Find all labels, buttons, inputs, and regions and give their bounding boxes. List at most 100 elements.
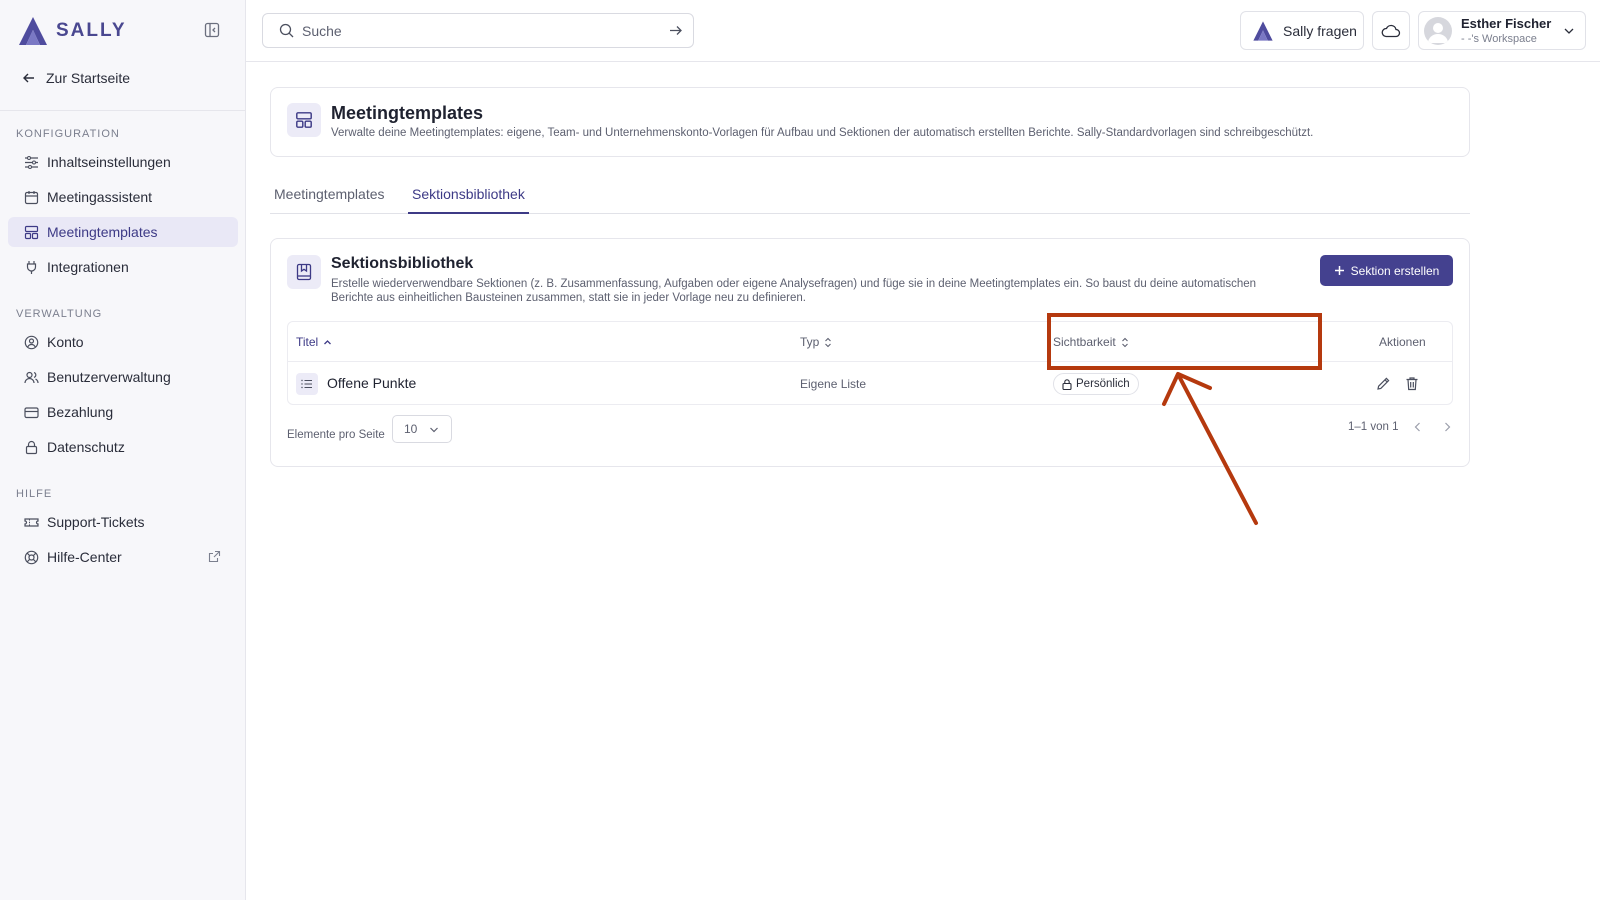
column-header-actions: Aktionen bbox=[1379, 335, 1426, 349]
lock-icon bbox=[1062, 378, 1072, 390]
column-header-type-label: Typ bbox=[800, 335, 820, 349]
ask-sally-label: Sally fragen bbox=[1283, 22, 1357, 39]
search-input[interactable] bbox=[302, 22, 642, 39]
page-description: Verwalte deine Meetingtemplates: eigene,… bbox=[331, 127, 1314, 139]
sidebar-item-meetingtemplates[interactable]: Meetingtemplates bbox=[8, 217, 238, 247]
sidebar-collapse-icon bbox=[204, 22, 220, 38]
column-header-type[interactable]: Typ bbox=[800, 335, 832, 349]
sort-icon bbox=[825, 337, 832, 347]
back-link-label: Zur Startseite bbox=[46, 70, 131, 86]
library-icon-box bbox=[287, 255, 321, 289]
sidebar-item-meetingassistent[interactable]: Meetingassistent bbox=[8, 182, 238, 212]
external-link-icon bbox=[208, 550, 221, 563]
user-circle-icon bbox=[24, 335, 39, 349]
sidebar-item-benutzerverwaltung[interactable]: Benutzerverwaltung bbox=[8, 362, 238, 392]
sidebar: SALLY Zur Startseite KONFIGURATION Inhal… bbox=[0, 0, 246, 900]
sidebar-item-inhaltseinstellungen[interactable]: Inhaltseinstellungen bbox=[8, 147, 238, 177]
chevron-left-icon[interactable] bbox=[1412, 421, 1424, 433]
plus-icon bbox=[1334, 266, 1344, 275]
sidebar-collapse-button[interactable] bbox=[204, 22, 222, 40]
arrow-left-icon bbox=[23, 73, 34, 83]
sidebar-item-label: Support-Tickets bbox=[47, 514, 145, 530]
user-menu-button[interactable]: Esther Fischer - -'s Workspace bbox=[1418, 11, 1586, 50]
column-header-title-label: Titel bbox=[296, 335, 319, 349]
section-title-konfiguration: KONFIGURATION bbox=[16, 128, 120, 140]
sidebar-item-label: Datenschutz bbox=[47, 439, 125, 455]
sort-ascending-icon bbox=[324, 339, 332, 344]
sally-logo[interactable]: SALLY bbox=[16, 14, 127, 48]
ask-sally-button[interactable]: Sally fragen bbox=[1240, 11, 1364, 50]
sidebar-item-bezahlung[interactable]: Bezahlung bbox=[8, 397, 238, 427]
sidebar-item-label: Bezahlung bbox=[47, 404, 114, 420]
calendar-icon bbox=[24, 190, 39, 204]
trash-icon[interactable] bbox=[1405, 376, 1419, 391]
lifebuoy-icon bbox=[24, 550, 39, 564]
row-type: Eigene Liste bbox=[800, 377, 867, 391]
sidebar-item-konto[interactable]: Konto bbox=[8, 327, 238, 357]
section-title-hilfe: HILFE bbox=[16, 488, 53, 500]
sliders-icon bbox=[25, 155, 38, 169]
topbar: Sally fragen Esther Fischer - -'s Worksp… bbox=[246, 0, 1600, 62]
annotation-highlight-box bbox=[1047, 313, 1322, 370]
library-description: Erstelle wiederverwendbare Sektionen (z.… bbox=[331, 278, 1257, 304]
sally-logo-icon bbox=[19, 17, 47, 45]
pagination-range: 1–1 von 1 bbox=[1348, 421, 1399, 433]
visibility-badge-label: Persönlich bbox=[1076, 378, 1130, 390]
plug-icon bbox=[26, 260, 37, 274]
cloud-icon bbox=[1381, 24, 1401, 37]
back-to-home-link[interactable]: Zur Startseite bbox=[22, 66, 130, 90]
arrow-right-icon[interactable] bbox=[668, 23, 683, 38]
users-icon bbox=[24, 371, 39, 383]
user-avatar-icon bbox=[1428, 23, 1448, 43]
chevron-down-icon bbox=[1564, 28, 1574, 34]
sidebar-item-datenschutz[interactable]: Datenschutz bbox=[8, 432, 238, 462]
library-title: Sektionsbibliothek bbox=[331, 255, 474, 272]
tab-meetingtemplates[interactable]: Meetingtemplates bbox=[270, 186, 389, 214]
sidebar-item-label: Meetingtemplates bbox=[47, 224, 158, 240]
edit-icon[interactable] bbox=[1376, 376, 1391, 391]
chevron-down-icon bbox=[430, 427, 438, 433]
tab-sektionsbibliothek[interactable]: Sektionsbibliothek bbox=[408, 186, 529, 214]
sidebar-item-support-tickets[interactable]: Support-Tickets bbox=[8, 507, 238, 537]
sidebar-item-label: Hilfe-Center bbox=[47, 549, 122, 565]
page-title: Meetingtemplates bbox=[331, 103, 484, 123]
search-box[interactable] bbox=[262, 13, 694, 48]
per-page-select[interactable]: 10 bbox=[392, 415, 452, 443]
list-icon-box bbox=[296, 373, 318, 395]
sidebar-item-label: Meetingassistent bbox=[47, 189, 153, 205]
row-title: Offene Punkte bbox=[327, 375, 417, 391]
sidebar-item-label: Konto bbox=[47, 334, 84, 350]
create-section-label: Sektion erstellen bbox=[1350, 263, 1440, 278]
section-title-verwaltung: VERWALTUNG bbox=[16, 308, 103, 320]
sidebar-item-label: Benutzerverwaltung bbox=[47, 369, 171, 385]
per-page-value: 10 bbox=[404, 422, 418, 436]
book-bookmark-icon bbox=[296, 263, 312, 281]
tab-bar: Meetingtemplates Sektionsbibliothek bbox=[270, 180, 1470, 214]
user-name: Esther Fischer bbox=[1461, 16, 1552, 31]
avatar bbox=[1424, 17, 1452, 45]
sidebar-item-label: Integrationen bbox=[47, 259, 129, 275]
template-icon-box bbox=[287, 103, 321, 137]
credit-card-icon bbox=[24, 406, 39, 418]
ticket-icon bbox=[24, 517, 39, 527]
create-section-button[interactable]: Sektion erstellen bbox=[1320, 255, 1453, 286]
chevron-right-icon[interactable] bbox=[1441, 421, 1453, 433]
user-workspace: - -'s Workspace bbox=[1461, 33, 1537, 45]
annotation-arrow bbox=[1162, 372, 1258, 525]
sidebar-item-label: Inhaltseinstellungen bbox=[47, 154, 171, 170]
lock-icon bbox=[25, 440, 38, 454]
visibility-badge: Persönlich bbox=[1053, 373, 1139, 395]
page-header-card: Meetingtemplates Verwalte deine Meetingt… bbox=[270, 87, 1470, 157]
cloud-button[interactable] bbox=[1372, 11, 1410, 50]
sidebar-item-hilfe-center[interactable]: Hilfe-Center bbox=[8, 542, 238, 572]
sally-logo-icon bbox=[1253, 20, 1273, 41]
sidebar-divider bbox=[0, 110, 245, 111]
template-icon bbox=[296, 112, 312, 128]
search-icon bbox=[279, 23, 294, 38]
column-header-title[interactable]: Titel bbox=[296, 335, 332, 349]
per-page-label: Elemente pro Seite bbox=[287, 429, 385, 441]
sidebar-item-integrationen[interactable]: Integrationen bbox=[8, 252, 238, 282]
template-icon bbox=[24, 225, 39, 239]
brand-name: SALLY bbox=[56, 20, 127, 41]
list-icon bbox=[301, 379, 312, 389]
